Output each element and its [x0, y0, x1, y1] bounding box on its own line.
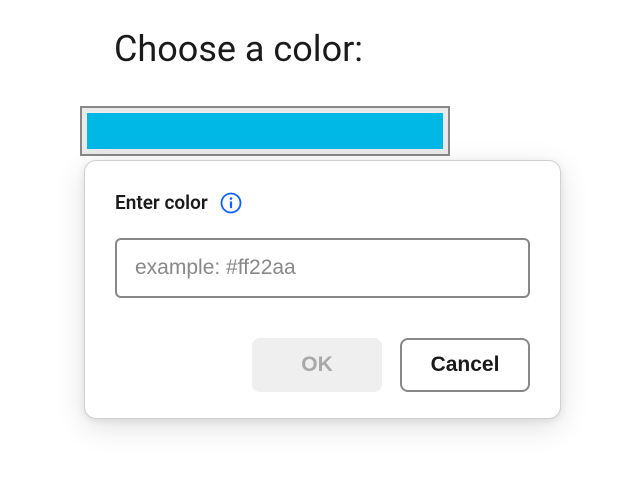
page-title: Choose a color: [114, 28, 363, 70]
ok-button[interactable]: OK [252, 338, 382, 392]
dialog-header: Enter color [115, 191, 530, 214]
cancel-button[interactable]: Cancel [400, 338, 530, 392]
dialog-title: Enter color [115, 191, 208, 214]
info-icon[interactable] [220, 192, 242, 214]
enter-color-dialog: Enter color OK Cancel [84, 160, 561, 419]
dialog-footer: OK Cancel [115, 338, 530, 392]
color-swatch [87, 113, 443, 149]
color-input[interactable] [115, 238, 530, 298]
color-preview-frame[interactable] [80, 106, 450, 156]
